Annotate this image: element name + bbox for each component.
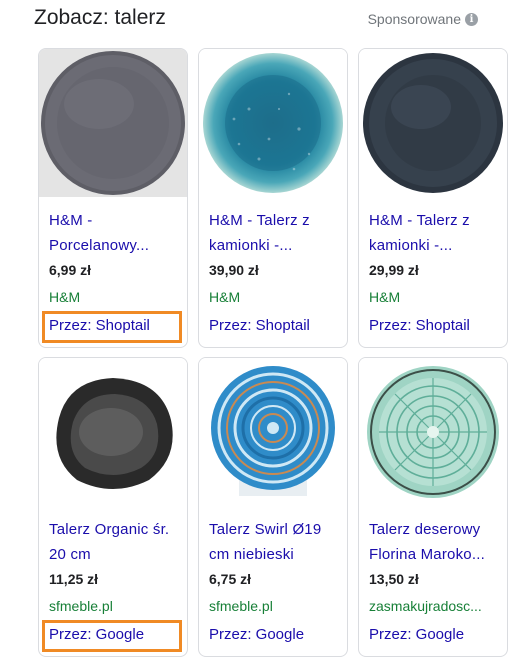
results-header: Zobacz: talerz Sponsorowane i xyxy=(34,4,478,34)
merchant-name: H&M xyxy=(49,289,81,305)
merchant-name: sfmeble.pl xyxy=(209,598,273,614)
product-card[interactable]: H&M - Porcelanowy... 6,99 zł H&M Przez: … xyxy=(38,48,188,348)
product-name[interactable]: Talerz Organic śr. 20 cm xyxy=(49,517,179,567)
product-card[interactable]: H&M - Talerz z kamionki -... 39,90 zł H&… xyxy=(198,48,348,348)
plate-gray-icon[interactable] xyxy=(39,49,187,197)
via-link[interactable]: Przez: Shoptail xyxy=(369,317,470,335)
product-price: 29,99 zł xyxy=(369,262,419,278)
sponsored-text: Sponsorowane xyxy=(367,11,461,27)
product-name[interactable]: Talerz deserowy Florina Maroko... xyxy=(369,517,499,567)
info-icon[interactable]: i xyxy=(465,12,478,26)
product-price: 39,90 zł xyxy=(209,262,259,278)
product-name[interactable]: H&M - Porcelanowy... xyxy=(49,208,179,258)
plate-black-organic-icon[interactable] xyxy=(39,358,187,506)
sponsored-label[interactable]: Sponsorowane i xyxy=(368,10,478,28)
product-price: 6,75 zł xyxy=(209,571,252,587)
plate-blue-speckled-icon[interactable] xyxy=(199,49,347,197)
merchant-name: zasmakujradosc... xyxy=(369,598,482,614)
plate-dark-navy-icon[interactable] xyxy=(359,49,507,197)
merchant-name: H&M xyxy=(369,289,401,305)
product-price: 13,50 zł xyxy=(369,571,419,587)
product-name[interactable]: Talerz Swirl Ø19 cm niebieski xyxy=(209,517,339,567)
product-card[interactable]: Talerz Organic śr. 20 cm 11,25 zł sfmebl… xyxy=(38,357,188,657)
product-name[interactable]: H&M - Talerz z kamionki -... xyxy=(369,208,499,258)
via-link[interactable]: Przez: Shoptail xyxy=(49,317,150,335)
via-link[interactable]: Przez: Google xyxy=(49,626,144,644)
page-title: Zobacz: talerz xyxy=(34,6,166,29)
merchant-name: sfmeble.pl xyxy=(49,598,113,614)
product-price: 11,25 zł xyxy=(49,571,99,587)
product-card[interactable]: Talerz Swirl Ø19 cm niebieski 6,75 zł sf… xyxy=(198,357,348,657)
merchant-name: H&M xyxy=(209,289,241,305)
plate-mint-pattern-icon[interactable] xyxy=(359,358,507,506)
via-link[interactable]: Przez: Google xyxy=(369,626,464,644)
via-link[interactable]: Przez: Google xyxy=(209,626,304,644)
product-card[interactable]: Talerz deserowy Florina Maroko... 13,50 … xyxy=(358,357,508,657)
via-link[interactable]: Przez: Shoptail xyxy=(209,317,310,335)
product-price: 6,99 zł xyxy=(49,262,92,278)
product-name[interactable]: H&M - Talerz z kamionki -... xyxy=(209,208,339,258)
product-card[interactable]: H&M - Talerz z kamionki -... 29,99 zł H&… xyxy=(358,48,508,348)
plate-blue-swirl-icon[interactable] xyxy=(199,358,347,506)
